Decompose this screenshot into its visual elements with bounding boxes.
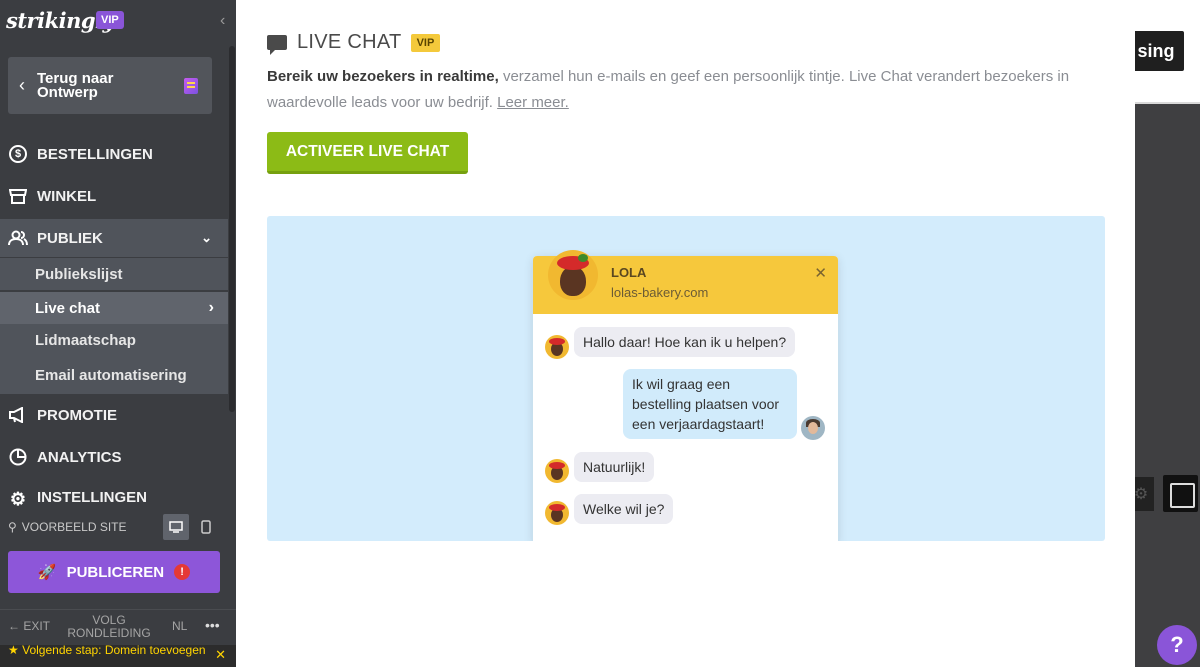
chat-message-agent: Natuurlijk! xyxy=(574,452,655,482)
next-step-text: Volgende stap: Domein toevoegen xyxy=(22,643,206,657)
desktop-preview-icon[interactable] xyxy=(163,514,189,540)
editor-button[interactable]: sing xyxy=(1128,31,1184,71)
agent-avatar-small xyxy=(545,459,569,483)
close-icon: ✕ xyxy=(814,265,827,282)
vip-badge: VIP xyxy=(96,11,124,29)
language-selector[interactable]: NL xyxy=(172,619,187,633)
sidebar-item-lidmaatschap[interactable]: Lidmaatschap xyxy=(0,324,228,356)
sidebar: strikingly VIP ‹ ‹ Terug naar Ontwerp $ … xyxy=(0,0,236,667)
vip-badge: VIP xyxy=(410,33,441,52)
help-button[interactable]: ? xyxy=(1157,625,1197,665)
mobile-preview-icon[interactable] xyxy=(193,514,219,540)
sidebar-footer: ← EXIT VOLG RONDLEIDING NL ••• xyxy=(0,609,236,643)
back-to-design-button[interactable]: ‹ Terug naar Ontwerp xyxy=(8,57,212,114)
subnav-label: Publiekslijst xyxy=(35,265,123,283)
chat-preview-area: LOLA lolas-bakery.com ✕ Hallo daar! Hoe … xyxy=(267,216,1105,541)
visitor-avatar-small xyxy=(801,416,825,440)
nav-item-bestellingen[interactable]: $ BESTELLINGEN xyxy=(0,133,228,175)
exit-label: EXIT xyxy=(23,619,51,633)
store-icon xyxy=(8,186,28,206)
chat-widget-preview: LOLA lolas-bakery.com ✕ Hallo daar! Hoe … xyxy=(533,250,838,541)
sidebar-header: strikingly VIP ‹ xyxy=(0,0,236,44)
live-chat-panel: LIVE CHAT VIP Bereik uw bezoekers in rea… xyxy=(236,0,1135,667)
subnav-label: Live chat xyxy=(35,299,101,317)
exit-button[interactable]: ← EXIT xyxy=(8,619,50,633)
publish-button[interactable]: 🚀 PUBLICEREN ! xyxy=(8,551,220,593)
live-chat-header: LIVE CHAT VIP xyxy=(267,31,441,55)
close-icon[interactable]: ✕ xyxy=(215,648,226,661)
nav-label: BESTELLINGEN xyxy=(37,145,153,163)
more-icon[interactable]: ••• xyxy=(205,617,220,633)
activate-live-chat-button[interactable]: ACTIVEER LIVE CHAT xyxy=(267,132,468,174)
chat-widget-header: LOLA lolas-bakery.com ✕ xyxy=(533,250,838,314)
preview-site-label[interactable]: VOORBEELD SITE xyxy=(22,520,127,534)
pie-chart-icon xyxy=(8,447,28,467)
chat-message-visitor: Ik wil graag een bestelling plaatsen voo… xyxy=(623,369,797,439)
tour-button[interactable]: VOLG RONDLEIDING xyxy=(64,614,154,640)
star-icon: ★ xyxy=(8,643,19,657)
dollar-circle-icon: $ xyxy=(8,144,28,164)
agent-avatar-small xyxy=(545,501,569,525)
sidebar-item-email-automatisering[interactable]: Email automatisering xyxy=(0,356,228,394)
search-icon: ⚲ xyxy=(8,520,17,534)
editor-canvas xyxy=(1135,104,1200,667)
chat-message-agent: Welke wil je? xyxy=(574,494,674,524)
megaphone-icon xyxy=(8,405,28,425)
nav-label: PROMOTIE xyxy=(37,406,118,424)
chat-message-agent: Hallo daar! Hoe kan ik u helpen? xyxy=(574,327,796,357)
sidebar-item-live-chat[interactable]: Live chat › xyxy=(0,292,228,324)
alert-icon: ! xyxy=(174,564,191,580)
agent-avatar xyxy=(548,250,598,300)
nav-label: PUBLIEK xyxy=(37,229,103,247)
nav-item-analytics[interactable]: ANALYTICS xyxy=(0,436,228,478)
chevron-left-icon: ‹ xyxy=(19,75,25,95)
editor-tool-button[interactable] xyxy=(1163,475,1198,512)
agent-avatar-small xyxy=(545,335,569,359)
nav-label: ANALYTICS xyxy=(37,448,122,466)
sidebar-scrollbar[interactable] xyxy=(229,46,235,412)
nav-label: INSTELLINGEN xyxy=(37,489,148,506)
rocket-icon: 🚀 xyxy=(37,564,57,581)
subnav-label: Email automatisering xyxy=(35,366,187,384)
live-chat-description: Bereik uw bezoekers in realtime, verzame… xyxy=(267,64,1087,116)
agent-name: LOLA xyxy=(611,265,647,280)
chat-bubble-icon xyxy=(267,35,287,55)
nav-item-instellingen[interactable]: ⚙ INSTELLINGEN xyxy=(0,478,228,509)
subnav-label: Lidmaatschap xyxy=(35,331,136,349)
page-title: LIVE CHAT xyxy=(297,31,402,53)
chevron-right-icon: › xyxy=(208,299,214,316)
nav-item-publiek[interactable]: PUBLIEK ⌄ xyxy=(0,219,228,257)
back-to-design-label: Terug naar Ontwerp xyxy=(37,69,114,101)
publish-label: PUBLICEREN xyxy=(66,563,165,581)
chevron-left-icon[interactable]: ‹ xyxy=(220,12,225,30)
design-icon xyxy=(184,78,198,94)
nav-item-winkel[interactable]: WINKEL xyxy=(0,175,228,217)
sidebar-item-publiekslijst[interactable]: Publiekslijst xyxy=(0,258,228,290)
next-step-banner[interactable]: ★ Volgende stap: Domein toevoegen ✕ xyxy=(0,643,236,667)
nav-item-promotie[interactable]: PROMOTIE xyxy=(0,394,228,436)
users-icon xyxy=(8,228,28,248)
description-bold: Bereik uw bezoekers in realtime, xyxy=(267,68,499,85)
chevron-down-icon: ⌄ xyxy=(201,230,212,245)
learn-more-link[interactable]: Leer meer. xyxy=(497,94,569,111)
gear-icon: ⚙ xyxy=(9,488,27,509)
agent-site: lolas-bakery.com xyxy=(611,285,709,300)
editor-divider xyxy=(1135,102,1200,104)
nav-label: WINKEL xyxy=(37,187,97,205)
